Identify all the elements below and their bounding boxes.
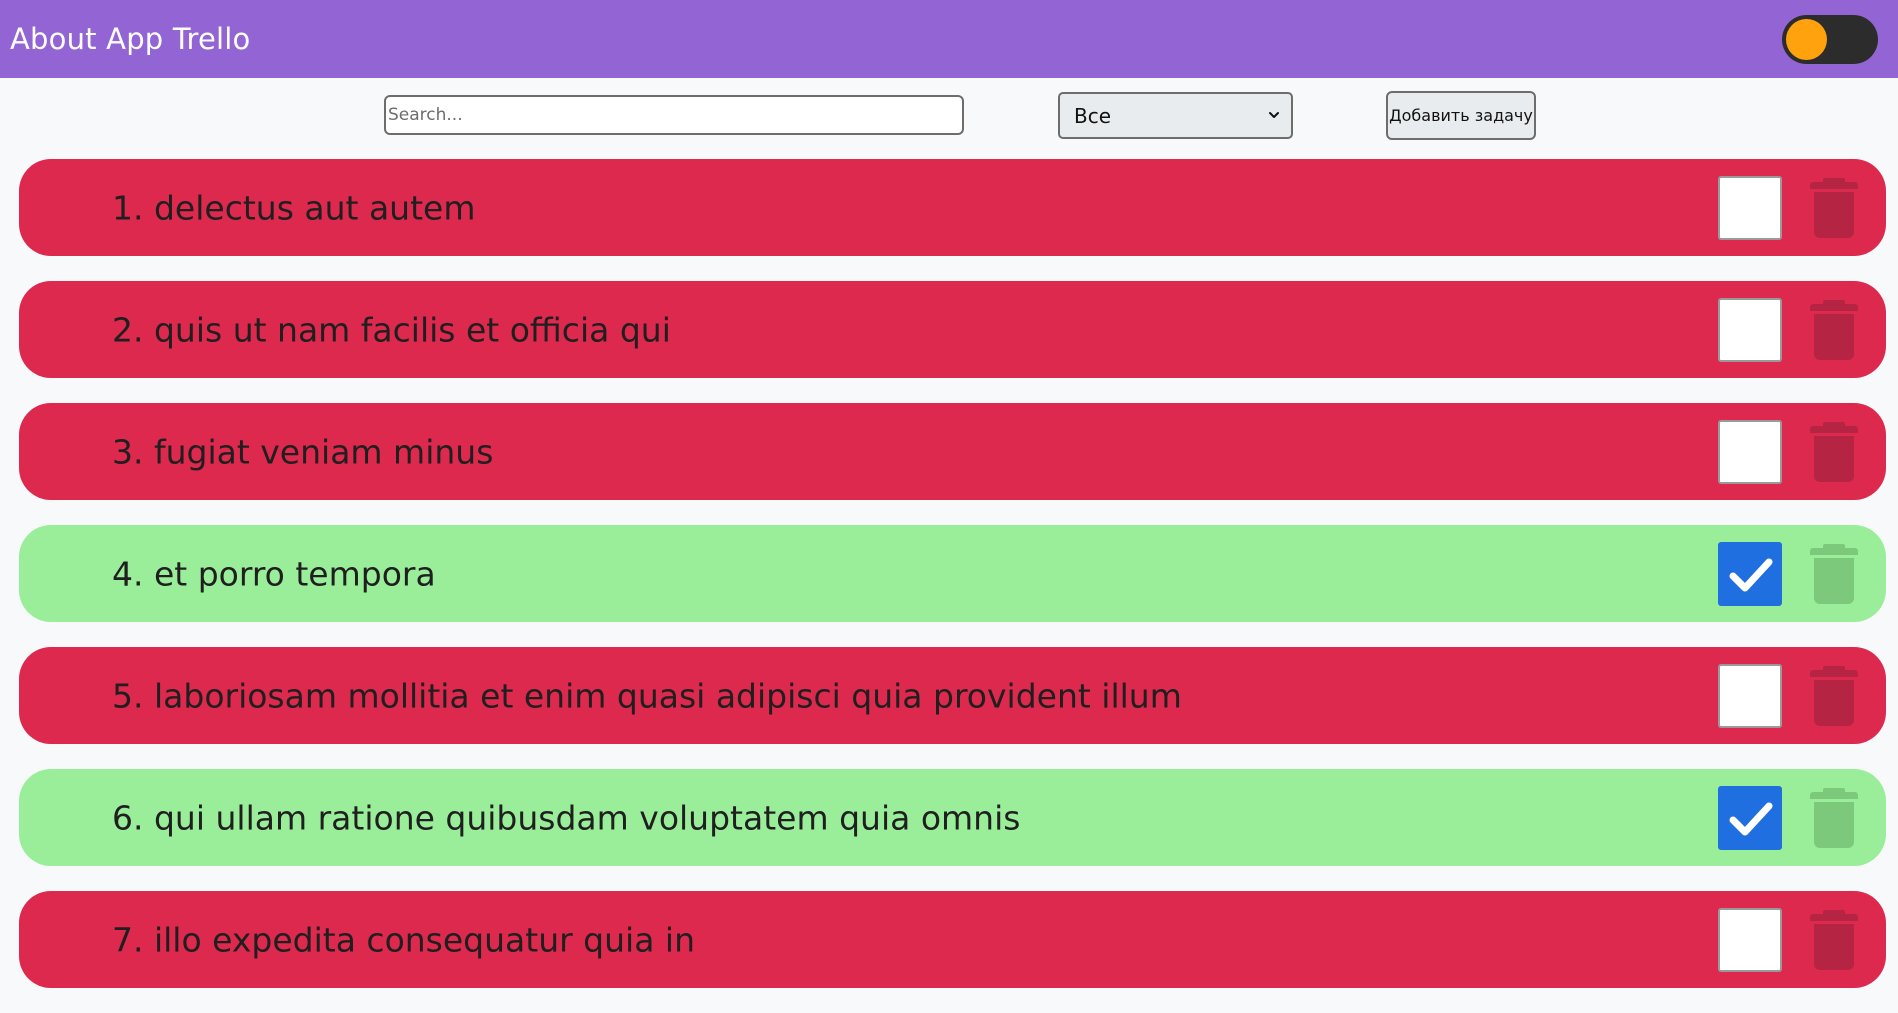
trash-icon[interactable] <box>1809 908 1859 972</box>
trash-icon[interactable] <box>1809 298 1859 362</box>
trash-body <box>1814 313 1854 360</box>
task-complete-checkbox[interactable] <box>1718 663 1782 728</box>
trash-body <box>1814 191 1854 238</box>
task-complete-checkbox[interactable] <box>1718 907 1782 972</box>
trash-icon[interactable] <box>1809 542 1859 606</box>
trash-icon[interactable] <box>1809 176 1859 240</box>
app-title: About App Trello <box>10 22 251 56</box>
task-complete-checkbox[interactable] <box>1718 419 1782 484</box>
trash-icon[interactable] <box>1809 420 1859 484</box>
checkmark-icon <box>1729 802 1773 835</box>
task-list: 1. delectus aut autem 2. quis ut nam fac… <box>19 159 1886 1013</box>
trash-lid <box>1810 665 1858 677</box>
search-input[interactable] <box>384 95 964 135</box>
trash-body <box>1814 801 1854 848</box>
theme-toggle[interactable] <box>1782 15 1878 64</box>
trash-icon[interactable] <box>1809 786 1859 850</box>
trash-lid <box>1810 299 1858 311</box>
toolbar: Все Добавить задачу <box>0 78 1898 158</box>
task-row: 5. laboriosam mollitia et enim quasi adi… <box>19 647 1886 744</box>
trash-body <box>1814 679 1854 726</box>
task-label: 2. quis ut nam facilis et officia qui <box>112 310 671 349</box>
task-label: 6. qui ullam ratione quibusdam voluptate… <box>112 798 1021 837</box>
task-label: 4. et porro tempora <box>112 554 436 593</box>
chevron-down-icon <box>1269 112 1279 118</box>
app-header: About App Trello <box>0 0 1898 78</box>
task-label: 3. fugiat veniam minus <box>112 432 494 471</box>
task-complete-checkbox[interactable] <box>1718 541 1782 606</box>
task-row: 1. delectus aut autem <box>19 159 1886 256</box>
add-task-button[interactable]: Добавить задачу <box>1386 91 1536 140</box>
task-label: 1. delectus aut autem <box>112 188 476 227</box>
toggle-knob <box>1786 19 1827 60</box>
trash-body <box>1814 557 1854 604</box>
trash-body <box>1814 435 1854 482</box>
status-filter-select[interactable]: Все <box>1058 92 1293 139</box>
task-label: 7. illo expedita consequatur quia in <box>112 920 695 959</box>
trash-lid <box>1810 787 1858 799</box>
task-row: 2. quis ut nam facilis et officia qui <box>19 281 1886 378</box>
task-complete-checkbox[interactable] <box>1718 175 1782 240</box>
trash-lid <box>1810 543 1858 555</box>
trash-lid <box>1810 909 1858 921</box>
trash-lid <box>1810 421 1858 433</box>
task-row: 4. et porro tempora <box>19 525 1886 622</box>
trash-body <box>1814 923 1854 970</box>
task-row: 7. illo expedita consequatur quia in <box>19 891 1886 988</box>
task-label: 5. laboriosam mollitia et enim quasi adi… <box>112 676 1182 715</box>
task-row: 6. qui ullam ratione quibusdam voluptate… <box>19 769 1886 866</box>
trash-icon[interactable] <box>1809 664 1859 728</box>
task-complete-checkbox[interactable] <box>1718 785 1782 850</box>
trash-lid <box>1810 177 1858 189</box>
task-complete-checkbox[interactable] <box>1718 297 1782 362</box>
task-row: 3. fugiat veniam minus <box>19 403 1886 500</box>
checkmark-icon <box>1729 558 1773 591</box>
filter-selected-value: Все <box>1074 103 1112 128</box>
